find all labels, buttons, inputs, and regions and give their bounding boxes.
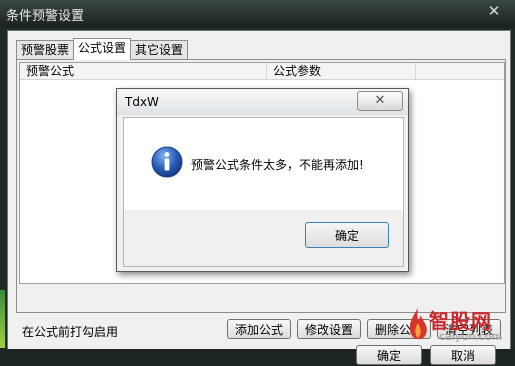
dialog-ok-button[interactable]: 确定: [305, 222, 389, 248]
column-formula-params[interactable]: 公式参数: [267, 63, 416, 79]
alert-dialog: TdxW ✕ 预警公式条件太多，不能再添加! 确定: [116, 88, 409, 272]
ok-button[interactable]: 确定: [356, 345, 422, 365]
dialog-titlebar: TdxW ✕: [117, 89, 408, 115]
info-icon: [151, 146, 183, 178]
window-title: 条件预警设置: [6, 9, 85, 24]
tab-strip: 预警股票 公式设置 其它设置: [16, 38, 189, 60]
flame-logo-icon: [409, 308, 427, 340]
dialog-message: 预警公式条件太多，不能再添加!: [191, 158, 364, 172]
background-strip: [0, 290, 5, 348]
window-titlebar: 条件预警设置 ✕: [0, 0, 515, 28]
cancel-button[interactable]: 取消: [430, 345, 496, 365]
tab-formula-settings[interactable]: 公式设置: [73, 38, 132, 60]
window-close-icon[interactable]: ✕: [481, 2, 507, 20]
watermark-url: caiyun.com: [439, 330, 503, 343]
column-warning-formula[interactable]: 预警公式: [20, 63, 267, 79]
tab-warning-stocks[interactable]: 预警股票: [16, 40, 75, 60]
dialog-title: TdxW: [125, 95, 159, 109]
dialog-body: 预警公式条件太多，不能再添加! 确定: [123, 117, 404, 267]
list-header: 预警公式 公式参数: [20, 63, 504, 80]
dialog-message-area: 预警公式条件太多，不能再添加!: [124, 118, 403, 210]
dialog-close-icon[interactable]: ✕: [357, 91, 403, 111]
modify-settings-button[interactable]: 修改设置: [297, 319, 361, 339]
watermark: 智股网 caiyun.com: [405, 305, 515, 348]
tab-other-settings[interactable]: 其它设置: [130, 40, 189, 60]
add-formula-button[interactable]: 添加公式: [227, 319, 291, 339]
enable-hint: 在公式前打勾启用: [22, 325, 119, 339]
